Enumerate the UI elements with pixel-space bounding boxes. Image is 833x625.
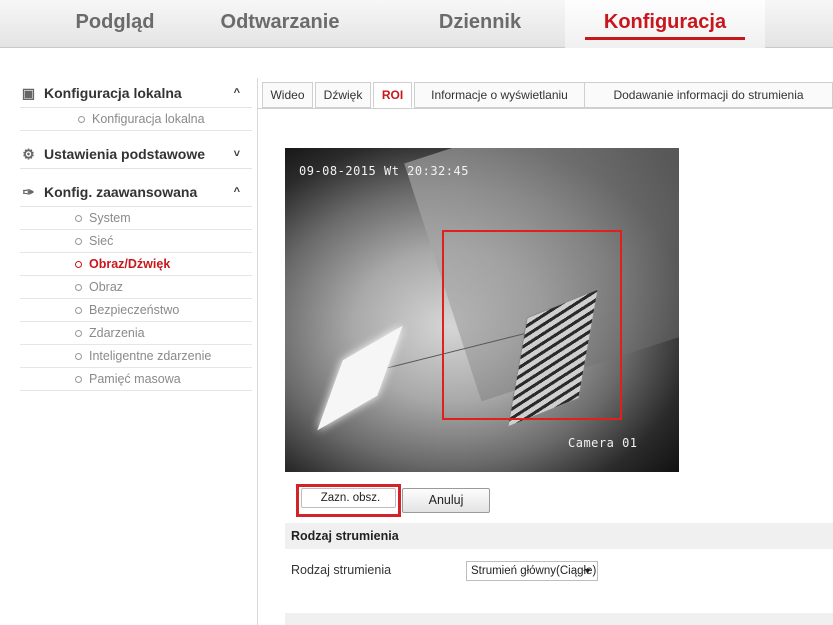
- sidebar-item-network[interactable]: Sieć: [20, 230, 252, 253]
- chevron-down-icon[interactable]: ˅: [234, 139, 240, 169]
- tab-video[interactable]: Wideo: [262, 82, 313, 108]
- sidebar-group-label: Konfig. zaawansowana: [44, 184, 198, 200]
- bullet-icon: [75, 353, 82, 360]
- sidebar-item-storage[interactable]: Pamięć masowa: [20, 368, 252, 391]
- top-navigation: Podgląd Odtwarzanie Dziennik Konfiguracj…: [0, 0, 833, 48]
- sidebar-item-image-audio[interactable]: Obraz/Dźwięk: [20, 253, 252, 276]
- tab-roi[interactable]: ROI: [373, 82, 412, 108]
- stream-type-value: Strumień główny(Ciągłe): [471, 565, 597, 577]
- roi-region-box[interactable]: [442, 230, 622, 420]
- sidebar-item-label: Obraz: [89, 280, 124, 294]
- sidebar-item-security[interactable]: Bezpieczeństwo: [20, 299, 252, 322]
- sidebar-group-advanced-config[interactable]: ✑ Konfig. zaawansowana ^: [20, 177, 252, 207]
- tabs-underline: [258, 108, 833, 109]
- dropdown-arrow-icon: ▼: [583, 566, 592, 576]
- sidebar-item-local-config[interactable]: Konfiguracja lokalna: [20, 108, 252, 131]
- bullet-icon: [75, 238, 82, 245]
- sidebar-group-label: Konfiguracja lokalna: [44, 85, 182, 101]
- section-header: Rodzaj strumienia: [285, 523, 833, 549]
- select-area-button[interactable]: Zazn. obsz.: [301, 488, 396, 508]
- sidebar-item-system[interactable]: System: [20, 207, 252, 230]
- video-preview[interactable]: 09-08-2015 Wt 20:32:45 Camera 01: [285, 148, 679, 472]
- sidebar: ▣ Konfiguracja lokalna ^ Konfiguracja lo…: [20, 78, 252, 625]
- tab-stream-info[interactable]: Dodawanie informacji do strumienia: [585, 82, 833, 108]
- sidebar-divider: [257, 78, 258, 625]
- tab-log[interactable]: Dziennik: [405, 0, 555, 48]
- stream-type-select[interactable]: Strumień główny(Ciągłe) ▼: [466, 561, 598, 581]
- bullet-icon: [75, 376, 82, 383]
- bullet-icon: [75, 330, 82, 337]
- bullet-icon: [75, 261, 82, 268]
- section-header-next: [285, 613, 833, 625]
- bullet-icon: [75, 215, 82, 222]
- sidebar-item-label: Sieć: [89, 234, 114, 248]
- sidebar-item-label: System: [89, 211, 131, 225]
- wrench-icon: ✑: [22, 184, 35, 200]
- sidebar-item-label: Inteligentne zdarzenie: [89, 349, 212, 363]
- chevron-up-icon[interactable]: ^: [234, 177, 240, 207]
- sidebar-item-image[interactable]: Obraz: [20, 276, 252, 299]
- sidebar-item-label: Zdarzenia: [89, 326, 145, 340]
- osd-camera-name: Camera 01: [568, 436, 638, 450]
- sidebar-item-label: Bezpieczeństwo: [89, 303, 180, 317]
- tab-preview[interactable]: Podgląd: [40, 0, 190, 48]
- bullet-icon: [78, 116, 85, 123]
- sidebar-group-label: Ustawienia podstawowe: [44, 146, 206, 162]
- cancel-button[interactable]: Anuluj: [402, 488, 490, 513]
- stream-type-label: Rodzaj strumienia: [291, 563, 392, 577]
- tab-display-info[interactable]: Informacje o wyświetlaniu: [414, 82, 585, 108]
- bullet-icon: [75, 284, 82, 291]
- gear-icon: ⚙: [22, 146, 35, 162]
- tab-audio[interactable]: Dźwięk: [315, 82, 371, 108]
- sidebar-item-events[interactable]: Zdarzenia: [20, 322, 252, 345]
- sidebar-group-basic-settings[interactable]: ⚙ Ustawienia podstawowe ˅: [20, 139, 252, 169]
- sidebar-item-smart-event[interactable]: Inteligentne zdarzenie: [20, 345, 252, 368]
- sidebar-item-label: Obraz/Dźwięk: [89, 257, 171, 271]
- tab-playback[interactable]: Odtwarzanie: [205, 0, 355, 48]
- osd-datetime: 09-08-2015 Wt 20:32:45: [299, 164, 469, 178]
- sidebar-item-label: Pamięć masowa: [89, 372, 181, 386]
- chevron-up-icon[interactable]: ^: [234, 78, 240, 108]
- tab-configuration[interactable]: Konfiguracja: [565, 0, 765, 48]
- monitor-icon: ▣: [21, 85, 36, 101]
- sidebar-group-local-config[interactable]: ▣ Konfiguracja lokalna ^: [20, 78, 252, 108]
- bullet-icon: [75, 307, 82, 314]
- sidebar-item-label: Konfiguracja lokalna: [92, 112, 205, 126]
